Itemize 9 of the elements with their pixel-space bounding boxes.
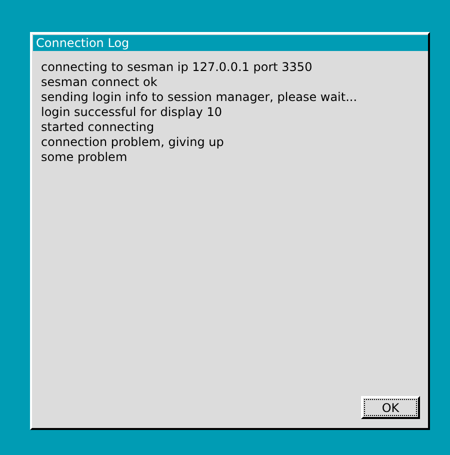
log-line: sending login info to session manager, please wait...: [41, 90, 358, 105]
log-line: some problem: [41, 150, 128, 165]
log-line: connecting to sesman ip 127.0.0.1 port 3350: [41, 60, 314, 75]
window-title: Connection Log: [33, 35, 428, 51]
log-line: started connecting: [41, 120, 156, 135]
ok-button[interactable]: OK: [361, 396, 420, 419]
log-line: sesman connect ok: [41, 75, 158, 90]
log-line: login successful for display 10: [41, 105, 223, 120]
log-line: connection problem, giving up: [41, 135, 225, 150]
